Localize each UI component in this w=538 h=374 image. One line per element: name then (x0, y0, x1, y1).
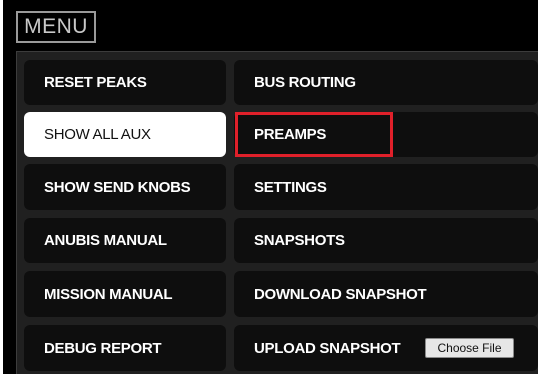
preamps-button[interactable]: PREAMPS (234, 112, 538, 157)
mission-manual-button[interactable]: MISSION MANUAL (24, 271, 226, 317)
debug-report-button[interactable]: DEBUG REPORT (24, 325, 226, 371)
download-snapshot-button[interactable]: DOWNLOAD SNAPSHOT (234, 271, 538, 317)
snapshots-button[interactable]: SNAPSHOTS (234, 218, 538, 263)
settings-button[interactable]: SETTINGS (234, 164, 538, 210)
show-send-knobs-button[interactable]: SHOW SEND KNOBS (24, 164, 226, 210)
bus-routing-button[interactable]: BUS ROUTING (234, 60, 538, 105)
anubis-manual-button[interactable]: ANUBIS MANUAL (24, 218, 226, 263)
choose-file-button[interactable]: Choose File (425, 338, 514, 358)
show-all-aux-button[interactable]: SHOW ALL AUX (24, 112, 226, 157)
menu-title: MENU (16, 11, 96, 43)
reset-peaks-button[interactable]: RESET PEAKS (24, 60, 226, 105)
